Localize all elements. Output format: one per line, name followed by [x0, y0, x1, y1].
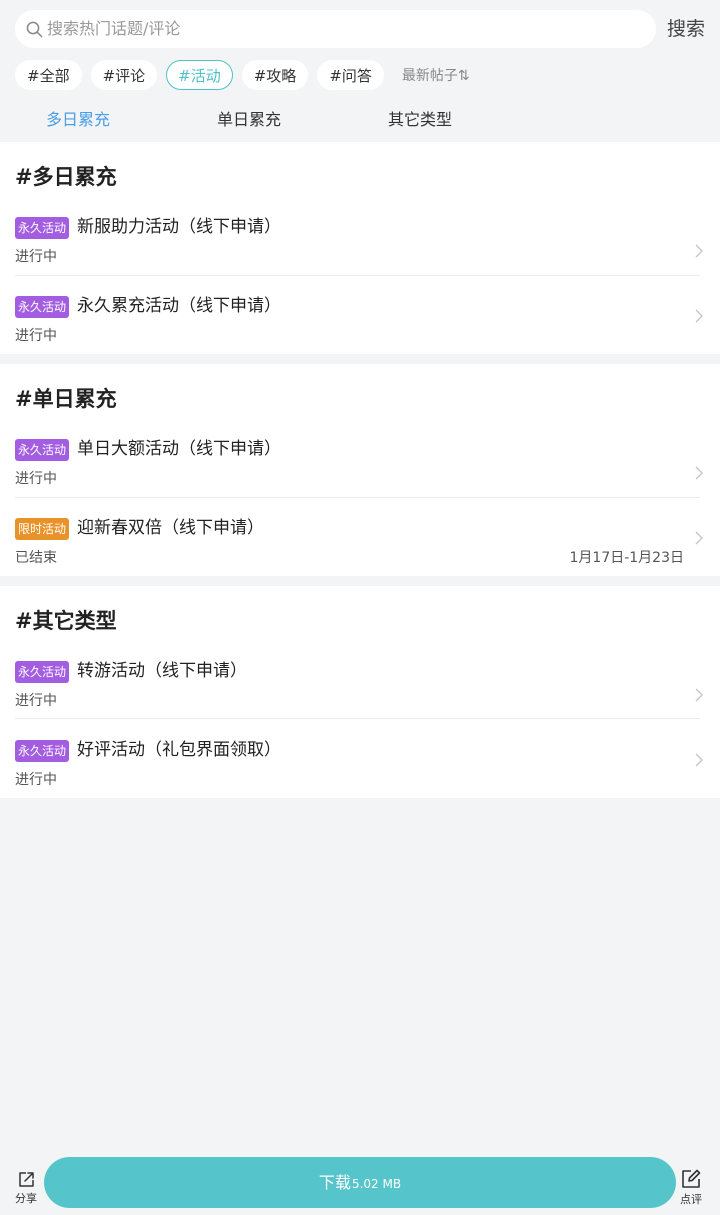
- divider: [15, 275, 700, 276]
- section-multi-day-recharge: #多日累充 永久活动 新服助力活动（线下申请） 进行中 永久活动 永久累充活动（…: [0, 142, 720, 354]
- search-box[interactable]: 搜索热门话题/评论: [15, 10, 656, 48]
- item-status: 进行中: [15, 693, 57, 709]
- share-button[interactable]: 分享: [10, 1170, 42, 1206]
- bottom-action-bar: 分享 下载5.02 MB 点评: [0, 1150, 720, 1215]
- item-title: 转游活动（线下申请）: [77, 661, 247, 681]
- section-other-types: #其它类型 永久活动 转游活动（线下申请） 进行中 永久活动 好评活动（礼包界面…: [0, 586, 720, 798]
- divider: [15, 497, 700, 498]
- item-date-range: 1月17日-1月23日: [569, 550, 685, 566]
- search-icon: [26, 21, 43, 38]
- chevron-right-icon: [695, 244, 703, 258]
- section-single-day-recharge: #单日累充 永久活动 单日大额活动（线下申请） 进行中 限时活动 迎新春双倍（线…: [0, 364, 720, 576]
- section-title: #其它类型: [15, 609, 117, 633]
- list-item[interactable]: 限时活动 迎新春双倍（线下申请） 已结束 1月17日-1月23日: [0, 505, 720, 584]
- badge-limited-time: 限时活动: [15, 518, 70, 540]
- item-status: 进行中: [15, 249, 57, 265]
- section-title: #单日累充: [15, 387, 117, 411]
- tab-multi-day-recharge[interactable]: 多日累充: [46, 106, 110, 130]
- list-item[interactable]: 永久活动 永久累充活动（线下申请） 进行中: [0, 283, 720, 362]
- badge-permanent: 永久活动: [15, 661, 70, 683]
- share-icon: [18, 1172, 34, 1187]
- item-status: 已结束: [15, 550, 57, 566]
- tag-comments[interactable]: #评论: [90, 60, 158, 90]
- list-item[interactable]: 永久活动 单日大额活动（线下申请） 进行中: [0, 426, 720, 505]
- tab-single-day-recharge[interactable]: 单日累充: [217, 106, 281, 130]
- search-input[interactable]: 搜索热门话题/评论: [47, 10, 180, 48]
- badge-permanent: 永久活动: [15, 740, 70, 762]
- chevron-right-icon: [695, 309, 703, 323]
- item-status: 进行中: [15, 471, 57, 487]
- chevron-right-icon: [695, 753, 703, 767]
- tag-qa[interactable]: #问答: [317, 60, 384, 90]
- edit-icon: [682, 1169, 701, 1188]
- badge-permanent: 永久活动: [15, 296, 70, 318]
- review-button[interactable]: 点评: [675, 1168, 707, 1207]
- tag-all[interactable]: #全部: [15, 60, 82, 90]
- download-label: 下载: [318, 1173, 351, 1192]
- divider: [15, 718, 700, 719]
- chevron-right-icon: [695, 531, 703, 545]
- item-status: 进行中: [15, 772, 57, 788]
- item-title: 永久累充活动（线下申请）: [77, 296, 281, 316]
- share-label: 分享: [15, 1192, 37, 1205]
- item-title: 新服助力活动（线下申请）: [77, 217, 281, 237]
- list-item[interactable]: 永久活动 转游活动（线下申请） 进行中: [0, 648, 720, 727]
- tag-filter-bar: #全部 #评论 #活动 #攻略 #问答 最新帖子⇅: [15, 59, 470, 91]
- item-title: 单日大额活动（线下申请）: [77, 439, 281, 459]
- tab-other-types[interactable]: 其它类型: [388, 106, 452, 130]
- chevron-right-icon: [695, 466, 703, 480]
- list-item[interactable]: 永久活动 新服助力活动（线下申请） 进行中: [0, 204, 720, 283]
- tag-events[interactable]: #活动: [166, 60, 233, 90]
- download-button[interactable]: 下载5.02 MB: [44, 1157, 676, 1208]
- item-status: 进行中: [15, 328, 57, 344]
- download-size: 5.02 MB: [351, 1177, 402, 1191]
- badge-permanent: 永久活动: [15, 217, 70, 239]
- chevron-right-icon: [695, 688, 703, 702]
- section-title: #多日累充: [15, 165, 117, 189]
- item-title: 迎新春双倍（线下申请）: [77, 518, 264, 538]
- tag-guides[interactable]: #攻略: [241, 60, 309, 90]
- category-tabs: 多日累充 单日累充 其它类型: [0, 106, 720, 134]
- item-title: 好评活动（礼包界面领取）: [77, 740, 281, 760]
- list-item[interactable]: 永久活动 好评活动（礼包界面领取） 进行中: [0, 727, 720, 806]
- sort-latest-posts[interactable]: 最新帖子⇅: [402, 65, 470, 85]
- search-row: 搜索热门话题/评论 搜索: [15, 10, 705, 48]
- review-label: 点评: [680, 1193, 702, 1206]
- badge-permanent: 永久活动: [15, 439, 70, 461]
- search-button[interactable]: 搜索: [667, 10, 705, 48]
